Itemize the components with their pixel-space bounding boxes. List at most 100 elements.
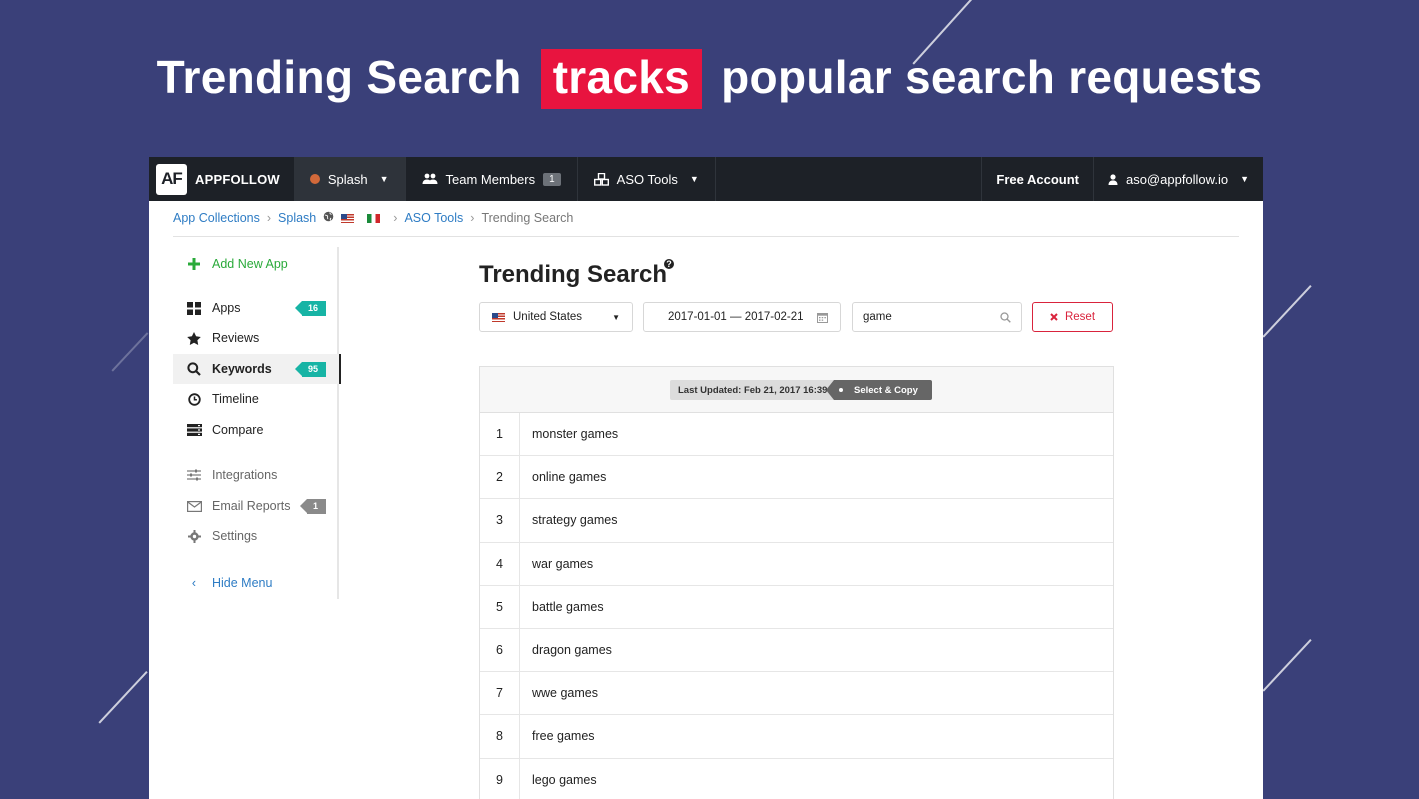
- table-row[interactable]: 5 battle games: [480, 585, 1113, 629]
- breadcrumb: App Collections › Splash › ASO Tools › T…: [173, 211, 573, 225]
- sidebar-item-label: Timeline: [212, 392, 259, 406]
- keywords-count-badge: 95: [294, 361, 326, 377]
- table-row[interactable]: 1 monster games: [480, 413, 1113, 457]
- decorative-line: [98, 671, 148, 724]
- row-keyword: monster games: [532, 427, 619, 442]
- row-keyword: wwe games: [532, 686, 598, 701]
- chevron-right-icon: ›: [393, 211, 398, 225]
- sidebar-item-settings[interactable]: Settings: [173, 521, 339, 551]
- breadcrumb-current: Trending Search: [481, 211, 574, 225]
- breadcrumb-divider: [173, 236, 1239, 237]
- decorative-line: [111, 332, 149, 372]
- row-rank: 8: [480, 715, 520, 758]
- sidebar-item-label: Email Reports: [212, 499, 291, 513]
- last-updated-badge: Last Updated: Feb 21, 2017 16:39: [670, 380, 836, 400]
- row-keyword: war games: [532, 556, 594, 571]
- row-rank: 4: [480, 542, 520, 585]
- row-rank: 2: [480, 456, 520, 499]
- search-icon[interactable]: [1000, 311, 1011, 323]
- app-selector-menu[interactable]: Splash ▼: [293, 157, 406, 201]
- row-rank: 7: [480, 672, 520, 715]
- headline-text-before: Trending Search: [156, 51, 522, 103]
- star-icon: [186, 331, 202, 345]
- sidebar-item-label: Add New App: [212, 257, 288, 271]
- plus-icon: [186, 258, 202, 270]
- select-copy-button[interactable]: Select & Copy: [826, 380, 932, 400]
- date-range-picker[interactable]: 2017-01-01 — 2017-02-21: [643, 302, 841, 332]
- brand[interactable]: AF APPFOLLOW: [149, 157, 294, 201]
- row-rank: 3: [480, 499, 520, 542]
- caret-down-icon: ▼: [612, 312, 620, 322]
- free-account-link[interactable]: Free Account: [981, 157, 1093, 201]
- reset-button-label: Reset: [1064, 311, 1096, 323]
- calendar-icon: [817, 312, 828, 323]
- breadcrumb-app-collections[interactable]: App Collections: [173, 211, 260, 225]
- team-members-count: 1: [543, 172, 561, 186]
- app-selector-label: Splash: [327, 171, 368, 187]
- table-row[interactable]: 7 wwe games: [480, 672, 1113, 716]
- user-icon: [1108, 173, 1118, 185]
- sidebar-item-label: Settings: [212, 529, 258, 543]
- server-icon: [186, 424, 202, 436]
- aso-tools-menu[interactable]: ASO Tools ▼: [578, 157, 716, 201]
- sidebar-item-integrations[interactable]: Integrations: [173, 460, 339, 490]
- row-rank: 6: [480, 628, 520, 672]
- sidebar-item-reviews[interactable]: Reviews: [173, 323, 339, 353]
- breadcrumb-aso-tools[interactable]: ASO Tools: [404, 211, 463, 225]
- question-icon[interactable]: ?: [664, 259, 674, 269]
- headline-highlight: tracks: [540, 49, 703, 109]
- gear-icon: [186, 529, 202, 543]
- sidebar: Add New App Apps 16 Reviews Keywords 95: [173, 247, 341, 599]
- caret-down-icon: ▼: [689, 174, 699, 184]
- sidebar-item-apps[interactable]: Apps 16: [173, 293, 339, 323]
- page-title: Trending Search: [479, 261, 668, 288]
- keyword-search-input[interactable]: game: [852, 302, 1022, 332]
- table-row[interactable]: 4 war games: [480, 542, 1113, 586]
- chevron-right-icon: ›: [470, 211, 475, 225]
- grid-icon: [186, 301, 202, 315]
- sidebar-item-keywords[interactable]: Keywords 95: [173, 354, 341, 384]
- sidebar-item-add-new-app[interactable]: Add New App: [173, 249, 339, 279]
- row-rank: 1: [480, 413, 520, 456]
- table-row[interactable]: 9 lego games: [480, 758, 1113, 799]
- sidebar-item-email-reports[interactable]: Email Reports 1: [173, 491, 339, 521]
- clock-icon: [186, 392, 202, 406]
- top-navbar: AF APPFOLLOW Splash ▼ Team Members 1 ASO…: [149, 157, 1263, 201]
- sidebar-item-hide-menu[interactable]: ‹ Hide Menu: [173, 568, 339, 598]
- email-reports-count-badge: 1: [299, 498, 326, 514]
- chevron-left-icon: ‹: [191, 576, 197, 590]
- decorative-line: [1262, 285, 1312, 338]
- sidebar-item-label: Integrations: [212, 468, 278, 482]
- row-keyword: dragon games: [532, 643, 612, 658]
- table-body: 1 monster games 2 online games 3 strategy gam…: [480, 413, 1113, 799]
- app-status-dot: [309, 174, 320, 184]
- search-icon: [186, 362, 202, 376]
- chevron-right-icon: ›: [266, 211, 272, 225]
- table-row[interactable]: 3 strategy games: [480, 499, 1113, 543]
- sidebar-item-label: Apps: [212, 301, 241, 315]
- globe-icon: [323, 211, 334, 225]
- cubes-icon: [593, 172, 609, 186]
- slide-headline: Trending Search tracks popular search re…: [0, 49, 1419, 109]
- sidebar-item-timeline[interactable]: Timeline: [173, 384, 339, 414]
- sidebar-item-compare[interactable]: Compare: [173, 415, 339, 445]
- us-flag-icon: [492, 312, 505, 322]
- row-keyword: free games: [532, 729, 595, 744]
- table-row[interactable]: 6 dragon games: [480, 628, 1113, 673]
- sidebar-item-label: Hide Menu: [212, 576, 273, 590]
- sidebar-item-label: Keywords: [212, 362, 272, 376]
- table-row[interactable]: 2 online games: [480, 456, 1113, 500]
- breadcrumb-app[interactable]: Splash: [278, 211, 316, 225]
- caret-down-icon: ▼: [1240, 174, 1249, 184]
- headline-text-after: popular search requests: [721, 51, 1263, 103]
- table-header: Last Updated: Feb 21, 2017 16:39 Select …: [480, 367, 1113, 413]
- row-keyword: strategy games: [532, 513, 618, 528]
- aso-tools-label: ASO Tools: [616, 171, 678, 187]
- sidebar-item-label: Reviews: [212, 331, 260, 345]
- team-members-menu[interactable]: Team Members 1: [406, 157, 578, 201]
- trending-search-table: Last Updated: Feb 21, 2017 16:39 Select …: [479, 366, 1114, 799]
- reset-button[interactable]: Reset: [1032, 302, 1113, 332]
- table-row[interactable]: 8 free games: [480, 715, 1113, 759]
- user-menu[interactable]: aso@appfollow.io ▼: [1092, 157, 1263, 201]
- country-select[interactable]: United States ▼: [479, 302, 633, 332]
